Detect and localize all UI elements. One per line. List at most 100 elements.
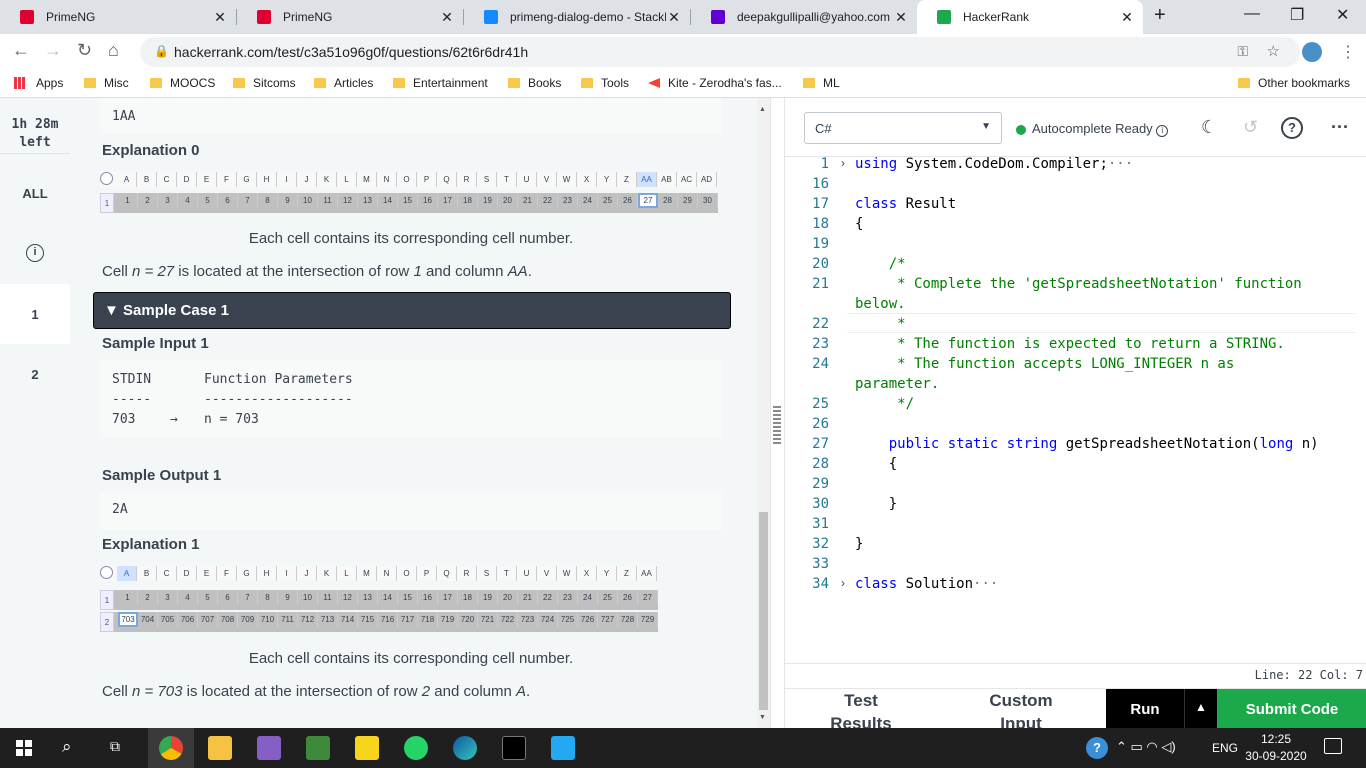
whatsapp-icon[interactable] xyxy=(404,736,428,760)
visual-studio-icon[interactable] xyxy=(257,736,281,760)
caret-up-icon[interactable]: ▲ xyxy=(1184,689,1217,729)
sheet-data-row: 1 1 2 3 4 5 6 7 8 9 10 11 12 13 14 15 16 17 18 19 20 21 22 23 24… xyxy=(100,193,718,213)
sheet-cell: 6 xyxy=(218,590,238,605)
bookmark-folder[interactable]: ML xyxy=(803,76,840,90)
sidebar-item-question-2[interactable]: 2 xyxy=(0,367,70,382)
back-icon[interactable]: ← xyxy=(12,40,30,61)
task-view-icon[interactable]: ⧉ xyxy=(110,738,120,755)
column-header: T xyxy=(497,566,517,581)
language-select[interactable]: C# ▼ xyxy=(804,112,1002,144)
primeng-icon xyxy=(257,10,271,24)
more-options-icon[interactable]: ··· xyxy=(1331,117,1349,138)
info-icon[interactable]: i xyxy=(1156,125,1169,137)
bookmark-folder[interactable]: MOOCS xyxy=(150,76,215,90)
reload-icon[interactable]: ↻ xyxy=(77,40,92,61)
browser-toolbar: ← → ↻ ⌂ 🔒 hackerrank.com/test/c3a51o96g0… xyxy=(0,34,1366,70)
sheet-cell: 9 xyxy=(278,193,298,208)
close-icon[interactable]: ✕ xyxy=(666,9,682,26)
code-line: } xyxy=(855,536,864,552)
sidebar-item-all[interactable]: ALL xyxy=(0,186,70,201)
sheet-cell: 29 xyxy=(678,193,698,208)
language-indicator[interactable]: ENG xyxy=(1212,741,1238,755)
forward-icon[interactable]: → xyxy=(44,40,62,61)
submit-code-button[interactable]: Submit Code xyxy=(1217,689,1366,729)
bookmark-folder[interactable]: Sitcoms xyxy=(233,76,296,90)
line-number: 19 xyxy=(812,236,829,252)
column-header: Y xyxy=(597,172,617,187)
terminal-icon[interactable] xyxy=(502,736,526,760)
pane-resize-handle[interactable] xyxy=(770,98,784,728)
code-line: public static string getSpreadsheetNotat… xyxy=(888,436,1319,452)
address-bar[interactable]: 🔒 hackerrank.com/test/c3a51o96g0f/questi… xyxy=(140,37,1300,67)
key-icon[interactable]: ⚿ xyxy=(1237,43,1248,60)
scrollbar-thumb[interactable] xyxy=(759,512,768,710)
chrome-icon[interactable] xyxy=(159,736,183,760)
sample-case-1-header[interactable]: ▼ Sample Case 1 xyxy=(93,292,731,329)
avatar[interactable] xyxy=(1302,42,1322,62)
close-icon[interactable]: ✕ xyxy=(439,9,455,26)
bookmark-apps[interactable]: Apps xyxy=(14,76,63,90)
scroll-down-icon[interactable]: ▼ xyxy=(759,714,766,721)
project-icon[interactable] xyxy=(306,736,330,760)
folder-icon xyxy=(581,78,593,88)
code-area[interactable]: 1 › using System.CodeDom.Compiler;··· 16 17 c… xyxy=(785,154,1366,659)
tray-icons[interactable]: ⌃ ▭ ◠ ◁) xyxy=(1116,739,1176,755)
other-bookmarks[interactable]: Other bookmarks xyxy=(1238,76,1350,90)
sheet-cell: 729 xyxy=(638,612,658,627)
desc-row: 1 xyxy=(413,263,422,280)
help-icon[interactable]: ? xyxy=(1281,117,1303,139)
sticky-notes-icon[interactable] xyxy=(355,736,379,760)
close-icon[interactable]: ✕ xyxy=(1119,9,1135,26)
search-icon[interactable]: ⌕ xyxy=(62,737,72,757)
close-icon[interactable]: ✕ xyxy=(893,9,909,26)
moon-icon[interactable]: ☾ xyxy=(1201,117,1217,138)
column-header: Q xyxy=(437,566,457,581)
sheet-cell: 30 xyxy=(698,193,718,208)
bookmark-folder[interactable]: Tools xyxy=(581,76,629,90)
run-button[interactable]: Run xyxy=(1106,689,1184,729)
output-text: 1AA xyxy=(112,109,136,124)
restore-icon[interactable]: ❐ xyxy=(1290,5,1304,25)
bookmark-label: Articles xyxy=(334,76,374,90)
bookmark-folder[interactable]: Misc xyxy=(84,76,129,90)
sidebar-item-question-1[interactable]: 1 xyxy=(0,307,70,322)
browser-tab[interactable]: primeng-dialog-demo - StackB ✕ xyxy=(464,0,690,34)
new-tab-icon[interactable]: + xyxy=(1154,4,1166,27)
close-icon[interactable]: ✕ xyxy=(212,9,228,26)
line-number: 25 xyxy=(812,396,829,412)
column-header: M xyxy=(357,566,377,581)
star-icon[interactable]: ☆ xyxy=(1267,42,1280,60)
browser-tab[interactable]: deepakgullipalli@yahoo.com - ✕ xyxy=(691,0,917,34)
bookmark-folder[interactable]: Articles xyxy=(314,76,373,90)
menu-icon[interactable]: ⋮ xyxy=(1340,42,1356,62)
browser-tab[interactable]: PrimeNG ✕ xyxy=(0,0,236,34)
fold-chevron-icon[interactable]: › xyxy=(841,576,845,590)
home-icon[interactable]: ⌂ xyxy=(108,40,119,61)
help-tray-icon[interactable]: ? xyxy=(1086,737,1108,759)
vscode-icon[interactable] xyxy=(551,736,575,760)
line-number: 26 xyxy=(812,416,829,432)
line-number: 30 xyxy=(812,496,829,512)
fold-chevron-icon[interactable]: › xyxy=(841,156,845,170)
time-left: 1h 28m left xyxy=(11,117,59,150)
close-window-icon[interactable]: ✕ xyxy=(1336,5,1349,25)
file-explorer-icon[interactable] xyxy=(208,736,232,760)
history-icon[interactable]: ↺ xyxy=(1243,117,1258,138)
sheet-cell: 27 xyxy=(638,590,658,605)
column-header: X xyxy=(577,566,597,581)
windows-start-icon[interactable] xyxy=(16,740,32,756)
browser-tab-active[interactable]: HackerRank ✕ xyxy=(917,0,1143,34)
sheet-cell: 715 xyxy=(358,612,378,627)
bookmark-folder[interactable]: Books xyxy=(508,76,561,90)
bookmark-folder[interactable]: Entertainment xyxy=(393,76,488,90)
browser-tab[interactable]: PrimeNG ✕ xyxy=(237,0,463,34)
minimize-icon[interactable]: — xyxy=(1244,5,1260,23)
system-clock[interactable]: 12:25 30-09-2020 xyxy=(1244,731,1308,765)
bookmark-kite[interactable]: Kite - Zerodha's fas... xyxy=(648,76,782,90)
clock-time: 12:25 xyxy=(1260,732,1292,746)
notifications-icon[interactable] xyxy=(1324,738,1342,754)
info-icon[interactable]: i xyxy=(26,244,44,262)
scroll-up-icon[interactable]: ▲ xyxy=(759,106,766,113)
sheet-cell: 21 xyxy=(518,590,538,605)
edge-icon[interactable] xyxy=(453,736,477,760)
